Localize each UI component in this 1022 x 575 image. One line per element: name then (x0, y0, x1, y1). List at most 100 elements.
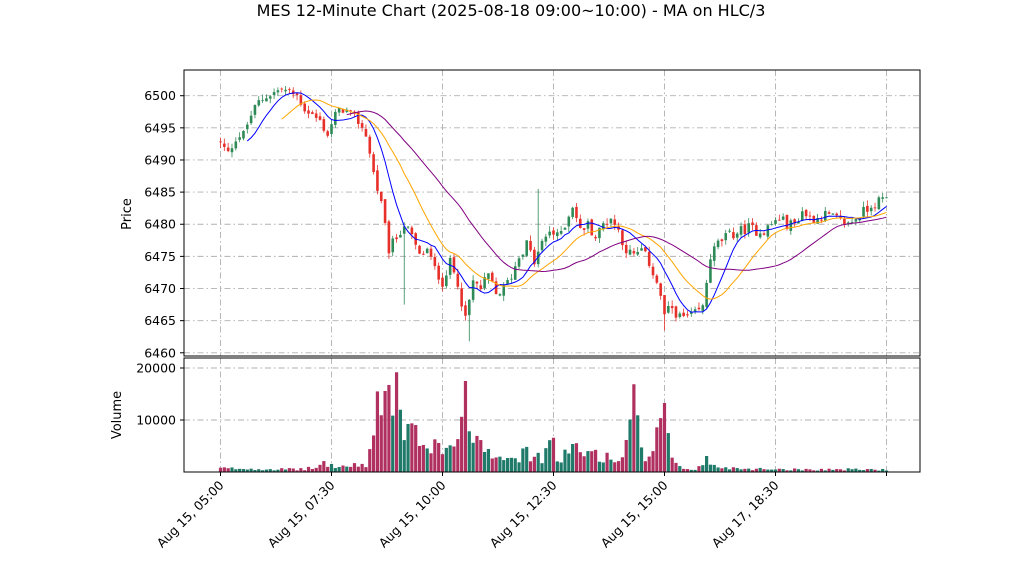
candle-body-107 (628, 249, 632, 255)
volume-bar-85 (544, 448, 548, 472)
candle-body-65 (467, 299, 471, 316)
candle-body-97 (590, 219, 594, 236)
volume-bar-3 (230, 467, 234, 472)
volume-bar-82 (532, 456, 536, 472)
volume-bar-166 (854, 468, 858, 472)
volume-bar-38 (364, 467, 368, 472)
volume-bar-114 (655, 427, 659, 472)
candle-body-13 (268, 96, 272, 99)
x-tick-label-5: Aug 17, 18:30 (709, 477, 782, 550)
candle-body-66 (471, 280, 475, 300)
volume-bar-72 (494, 457, 498, 472)
candle-body-145 (774, 220, 777, 224)
volume-bar-67 (475, 435, 479, 472)
candle-body-76 (510, 278, 513, 280)
candle-body-160 (831, 213, 835, 215)
candle-body-120 (678, 313, 682, 318)
price-ytick-label-0: 6460 (144, 345, 176, 360)
candle-body-138 (747, 223, 751, 233)
volume-bar-84 (540, 463, 544, 472)
volume-y-ticks: 10000 20000 (136, 361, 184, 428)
volume-bar-59 (444, 447, 448, 472)
candle-body-60 (448, 257, 452, 275)
candle-body-94 (578, 218, 582, 228)
volume-bar-93 (574, 443, 579, 472)
volume-bar-69 (483, 451, 487, 472)
candle-body-67 (475, 281, 479, 284)
candle-body-121 (682, 312, 685, 317)
candle-body-55 (429, 248, 433, 257)
candle-body-11 (261, 99, 264, 101)
candle-body-40 (372, 154, 375, 173)
volume-bar-70 (486, 448, 491, 472)
volume-bar-1 (222, 467, 226, 472)
volume-bar-104 (616, 461, 621, 472)
x-tick-label-1: Aug 15, 07:30 (265, 477, 338, 550)
volume-bar-80 (525, 446, 529, 472)
candle-body-139 (751, 222, 754, 226)
volume-bar-116 (662, 402, 667, 472)
volume-bar-73 (498, 456, 502, 472)
price-ytick-label-4: 6480 (144, 217, 176, 232)
volume-bar-92 (571, 444, 575, 472)
volume-bar-28 (326, 466, 330, 472)
volume-bar-74 (502, 460, 506, 472)
candle-body-5 (238, 137, 241, 140)
volume-bar-53 (421, 444, 425, 472)
volume-bar-68 (479, 440, 483, 472)
candle-body-80 (525, 240, 529, 256)
candle-body-172 (877, 197, 881, 210)
volume-bar-127 (705, 456, 709, 472)
volume-bar-25 (314, 467, 318, 472)
candle-body-18 (288, 89, 291, 90)
candle-body-152 (800, 211, 804, 221)
ma-fast-line (246, 92, 887, 313)
candle-body-103 (613, 219, 617, 225)
volume-bar-19 (291, 468, 295, 472)
candle-body-95 (582, 228, 586, 230)
volume-bar-43 (383, 390, 387, 472)
candle-body-154 (808, 215, 812, 217)
candle-body-113 (651, 266, 655, 276)
candle-body-130 (716, 240, 720, 248)
candle-body-129 (712, 246, 716, 261)
candle-body-75 (506, 279, 509, 285)
candle-body-89 (559, 231, 563, 234)
x-axis-ticks: Aug 15, 05:00 Aug 15, 07:30 Aug 15, 10:00 A… (154, 472, 887, 551)
volume-bar-56 (433, 439, 437, 472)
candle-body-132 (724, 233, 728, 241)
volume-ytick-label-1: 20000 (136, 361, 176, 376)
volume-bar-0 (218, 467, 223, 472)
price-ytick-label-8: 6500 (144, 88, 176, 103)
volume-bar-135 (735, 468, 739, 472)
volume-bar-57 (437, 442, 441, 472)
candle-body-41 (376, 170, 379, 191)
candle-body-115 (659, 283, 662, 296)
volume-bar-66 (471, 442, 475, 472)
candle-body-63 (460, 288, 463, 307)
chart-title: MES 12-Minute Chart (2025-08-18 09:00~10… (257, 1, 766, 20)
candle-body-153 (804, 209, 808, 217)
volume-bar-34 (349, 466, 353, 472)
volume-bar-113 (651, 451, 655, 472)
volume-bar-32 (341, 465, 345, 472)
volume-bar-33 (345, 466, 349, 472)
candle-body-27 (322, 119, 326, 131)
candle-body-122 (686, 314, 689, 316)
x-tick-label-0: Aug 15, 05:00 (154, 477, 227, 550)
candle-body-10 (257, 100, 261, 106)
candle-body-52 (418, 245, 421, 254)
volume-bar-150 (793, 468, 797, 472)
volume-bar-64 (463, 380, 468, 472)
volume-bar-54 (425, 448, 429, 472)
volume-bar-63 (460, 416, 464, 472)
candle-body-15 (276, 90, 280, 93)
candle-body-144 (770, 224, 773, 226)
candle-body-133 (728, 230, 731, 232)
volume-bar-141 (758, 467, 762, 472)
volume-bar-83 (536, 452, 540, 472)
candle-body-91 (567, 216, 571, 227)
volume-bar-125 (697, 466, 701, 472)
volume-bar-76 (509, 457, 513, 472)
volume-bar-61 (452, 446, 456, 472)
